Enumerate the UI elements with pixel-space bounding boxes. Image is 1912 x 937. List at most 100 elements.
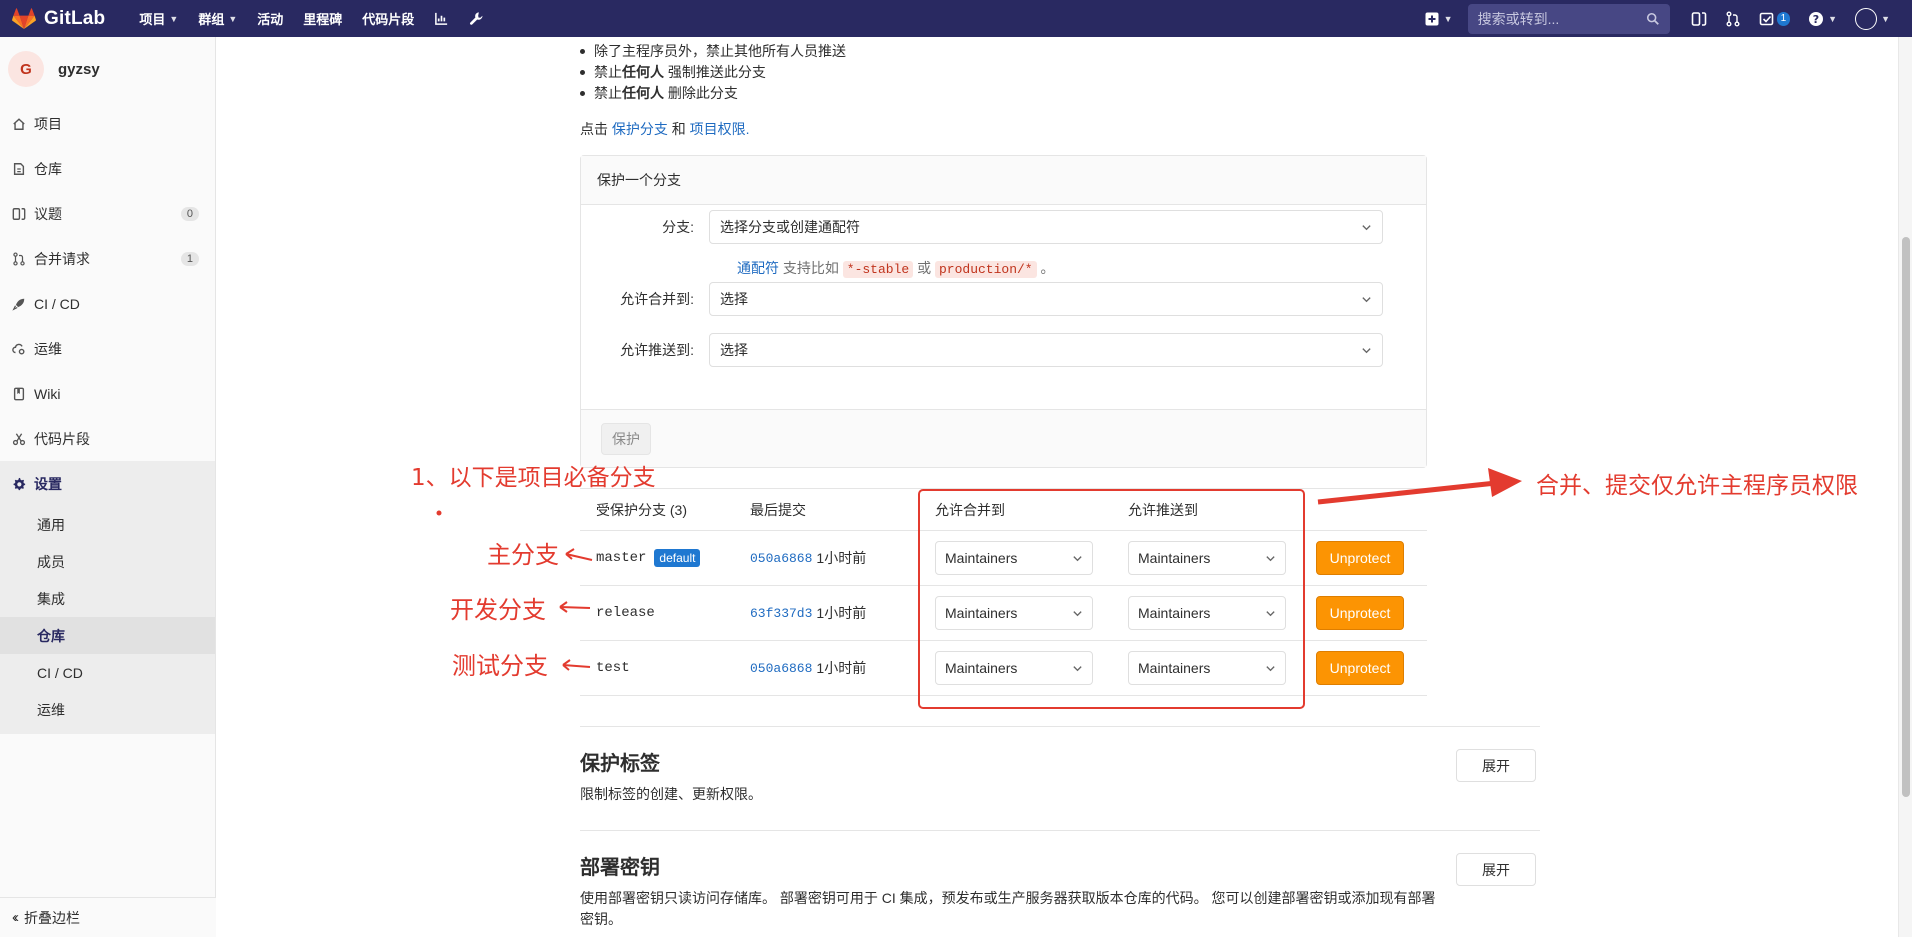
gitlab-logo-icon bbox=[12, 7, 36, 29]
merge-requests-count-badge: 1 bbox=[180, 251, 199, 266]
search-icon bbox=[1646, 12, 1659, 25]
user-menu[interactable]: ▼ bbox=[1846, 0, 1912, 37]
branch-select[interactable]: 选择分支或创建通配符 bbox=[709, 210, 1383, 244]
wildcard-link[interactable]: 通配符 bbox=[737, 260, 779, 276]
settings-sub-ci-cd[interactable]: CI / CD bbox=[0, 654, 215, 691]
settings-sub-members[interactable]: 成员 bbox=[0, 543, 215, 580]
rule-text: 删除此分支 bbox=[664, 85, 738, 101]
gitlab-home-link[interactable]: GitLab bbox=[12, 0, 105, 37]
sidebar-item-operations[interactable]: 运维 bbox=[0, 326, 215, 371]
project-permissions-link[interactable]: 项目权限. bbox=[690, 121, 750, 137]
plus-square-icon bbox=[1425, 12, 1439, 25]
settings-sub-operations[interactable]: 运维 bbox=[0, 691, 215, 728]
scrollbar-thumb[interactable] bbox=[1902, 237, 1910, 797]
nav-merge-requests[interactable] bbox=[1716, 0, 1750, 37]
section-description: 使用部署密钥只读访问存储库。 部署密钥可用于 CI 集成，预发布或生产服务器获取… bbox=[580, 890, 1436, 927]
settings-sub-integrations[interactable]: 集成 bbox=[0, 580, 215, 617]
nav-groups[interactable]: 群组 ▼ bbox=[188, 0, 247, 37]
user-avatar bbox=[1855, 7, 1878, 30]
settings-sub-general[interactable]: 通用 bbox=[0, 506, 215, 543]
vertical-scrollbar[interactable] bbox=[1898, 37, 1912, 937]
sidebar-item-issues[interactable]: 议题 0 bbox=[0, 191, 215, 236]
sidebar-item-repository[interactable]: 仓库 bbox=[0, 146, 215, 191]
commit-time: 1小时前 bbox=[816, 605, 867, 621]
nav-activity-label: 活动 bbox=[257, 12, 284, 27]
double-chevron-left-icon: ‹‹ bbox=[12, 909, 19, 926]
settings-section: 设置 通用 成员 集成 仓库 CI / CD 运维 bbox=[0, 461, 215, 734]
todo-check-icon bbox=[1759, 12, 1773, 25]
scissors-icon bbox=[12, 432, 26, 445]
expand-button[interactable]: 展开 bbox=[1456, 749, 1536, 782]
default-badge: default bbox=[654, 549, 701, 567]
sidebar-item-project[interactable]: 项目 bbox=[0, 101, 215, 146]
commit-sha-link[interactable]: 63f337d3 bbox=[750, 606, 812, 621]
rule-item: 禁止任何人 强制推送此分支 bbox=[580, 62, 846, 83]
chart-icon bbox=[435, 12, 448, 25]
nav-snippets[interactable]: 代码片段 bbox=[352, 0, 424, 37]
new-dropdown[interactable]: ▼ bbox=[1415, 0, 1462, 37]
nav-todos[interactable]: 1 bbox=[1750, 0, 1800, 37]
allowed-to-merge-select[interactable]: 选择 bbox=[709, 282, 1383, 316]
commit-sha-link[interactable]: 050a6868 bbox=[750, 661, 812, 676]
protect-button[interactable]: 保护 bbox=[601, 422, 651, 455]
nav-admin[interactable] bbox=[459, 0, 494, 37]
nav-milestones-label: 里程碑 bbox=[303, 12, 343, 27]
sidebar-item-label: 代码片段 bbox=[34, 430, 90, 447]
read-more-line: 点击 保护分支 和 项目权限. bbox=[580, 119, 750, 139]
project-header[interactable]: G gyzsy bbox=[0, 37, 215, 101]
section-description: 限制标签的创建、更新权限。 bbox=[580, 786, 762, 802]
nav-milestones[interactable]: 里程碑 bbox=[293, 0, 352, 37]
search-input[interactable]: 搜索或转到... bbox=[1467, 3, 1670, 34]
merge-select-value: 选择 bbox=[720, 291, 748, 307]
commit-sha-link[interactable]: 050a6868 bbox=[750, 551, 812, 566]
unprotect-button[interactable]: Unprotect bbox=[1316, 596, 1404, 630]
todo-count-badge: 1 bbox=[1776, 11, 1791, 26]
rule-item: 除了主程序员外，禁止其他所有人员推送 bbox=[580, 41, 846, 62]
unprotect-button[interactable]: Unprotect bbox=[1316, 651, 1404, 685]
branch-name: master bbox=[596, 550, 647, 566]
commit-time: 1小时前 bbox=[816, 550, 867, 566]
nav-issues[interactable] bbox=[1682, 0, 1716, 37]
annotation-permission-note: 合并、提交仅允许主程序员权限 bbox=[1536, 473, 1858, 499]
protected-branches-link[interactable]: 保护分支 bbox=[612, 121, 668, 137]
sidebar-item-settings[interactable]: 设置 bbox=[0, 461, 215, 506]
collapse-sidebar-label: 折叠边栏 bbox=[24, 909, 80, 926]
nav-projects[interactable]: 项目 ▼ bbox=[129, 0, 188, 37]
rule-text: 禁止 bbox=[594, 85, 622, 101]
hint-text: 。 bbox=[1036, 260, 1055, 276]
annotation-required-branches: 1、以下是项目必备分支 bbox=[411, 465, 656, 491]
allowed-to-push-select[interactable]: 选择 bbox=[709, 333, 1383, 367]
chevron-down-icon: ▼ bbox=[1881, 13, 1890, 24]
project-sidebar: G gyzsy 项目 仓库 议题 0 合并请求 1 CI / CD 运维 Wik… bbox=[0, 37, 216, 937]
help-dropdown[interactable]: ? ▼ bbox=[1799, 0, 1846, 37]
sidebar-item-label: 合并请求 bbox=[34, 250, 90, 267]
expand-button[interactable]: 展开 bbox=[1456, 853, 1536, 886]
sidebar-item-merge-requests[interactable]: 合并请求 1 bbox=[0, 236, 215, 281]
nav-activity[interactable]: 活动 bbox=[247, 0, 293, 37]
nav-analytics[interactable] bbox=[424, 0, 459, 37]
sidebar-item-snippets[interactable]: 代码片段 bbox=[0, 416, 215, 461]
rule-item: 禁止任何人 删除此分支 bbox=[580, 83, 846, 104]
protected-branch-rules: 除了主程序员外，禁止其他所有人员推送 禁止任何人 强制推送此分支 禁止任何人 删… bbox=[580, 41, 846, 104]
brand-name: GitLab bbox=[44, 7, 106, 29]
sidebar-item-label: Wiki bbox=[34, 385, 61, 402]
hint-code-stable: *-stable bbox=[842, 261, 914, 278]
sidebar-item-wiki[interactable]: Wiki bbox=[0, 371, 215, 416]
section-title: 部署密钥 bbox=[580, 857, 660, 879]
merge-request-icon bbox=[13, 251, 25, 266]
rule-text: 禁止 bbox=[594, 64, 622, 80]
rule-bold: 任何人 bbox=[622, 85, 664, 101]
read-more-text: 点击 bbox=[580, 121, 612, 137]
project-name: gyzsy bbox=[58, 60, 100, 78]
top-navbar: GitLab 项目▼ 群组▼ 活动 里程碑 代码片段 ▼ 搜索或转到... bbox=[0, 0, 1912, 37]
form-title: 保护一个分支 bbox=[581, 156, 1426, 205]
chevron-down-icon bbox=[1362, 296, 1371, 302]
unprotect-button[interactable]: Unprotect bbox=[1316, 541, 1404, 575]
sidebar-item-ci-cd[interactable]: CI / CD bbox=[0, 281, 215, 326]
annotation-highlight-box bbox=[918, 489, 1305, 709]
sidebar-item-label: 仓库 bbox=[34, 160, 62, 177]
settings-sub-repository[interactable]: 仓库 bbox=[0, 617, 215, 654]
home-icon bbox=[13, 117, 25, 130]
cloud-gear-icon bbox=[12, 343, 25, 355]
collapse-sidebar-button[interactable]: ‹‹ 折叠边栏 bbox=[0, 897, 216, 937]
